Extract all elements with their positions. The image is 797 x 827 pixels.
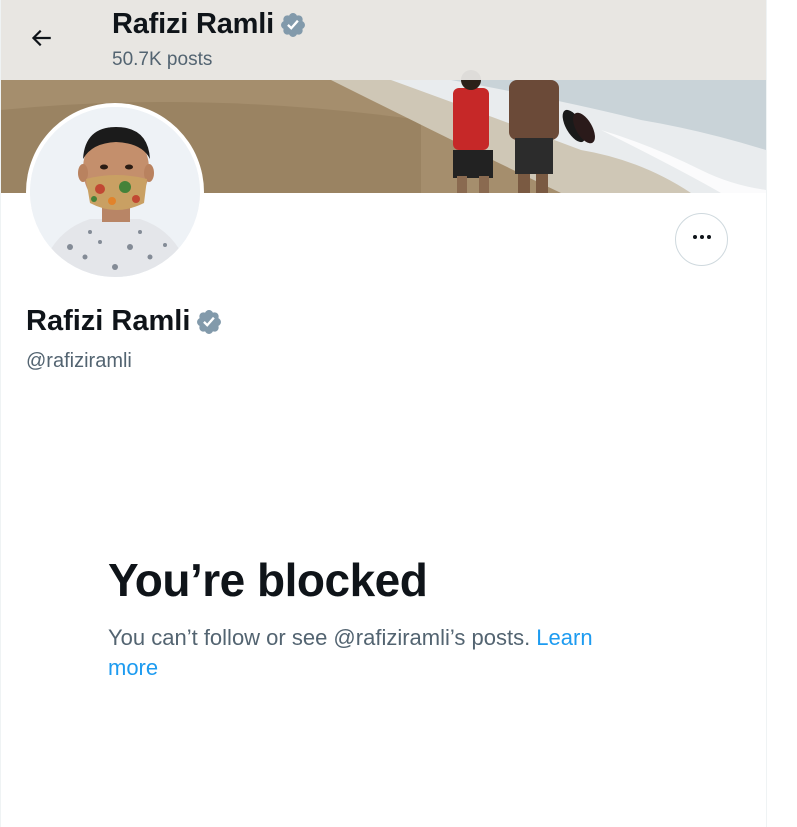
profile-column: Rafizi Ramli 50.7K posts Rafizi Ramli @r… (0, 0, 767, 827)
blocked-message-text: You can’t follow or see @rafiziramli’s p… (108, 625, 537, 650)
header-title: Rafizi Ramli (112, 8, 274, 40)
avatar-image (30, 107, 200, 277)
profile-handle: @rafiziramli (26, 350, 132, 372)
verified-badge-icon[interactable] (195, 308, 223, 336)
verified-badge-icon[interactable] (279, 11, 307, 39)
back-button[interactable] (23, 22, 59, 58)
avatar[interactable] (26, 103, 204, 281)
more-options-button[interactable] (675, 213, 728, 266)
more-horizontal-icon (690, 225, 714, 254)
blocked-title: You’re blocked (108, 554, 428, 606)
profile-name: Rafizi Ramli (26, 305, 191, 337)
arrow-left-icon (28, 25, 54, 56)
blocked-message: You can’t follow or see @rafiziramli’s p… (108, 623, 648, 683)
sticky-header: Rafizi Ramli 50.7K posts (1, 0, 766, 80)
profile-name-row: Rafizi Ramli (26, 305, 223, 338)
header-posts-count: 50.7K posts (112, 49, 213, 70)
header-title-group: Rafizi Ramli (112, 8, 307, 41)
avatar-photo (30, 107, 200, 277)
